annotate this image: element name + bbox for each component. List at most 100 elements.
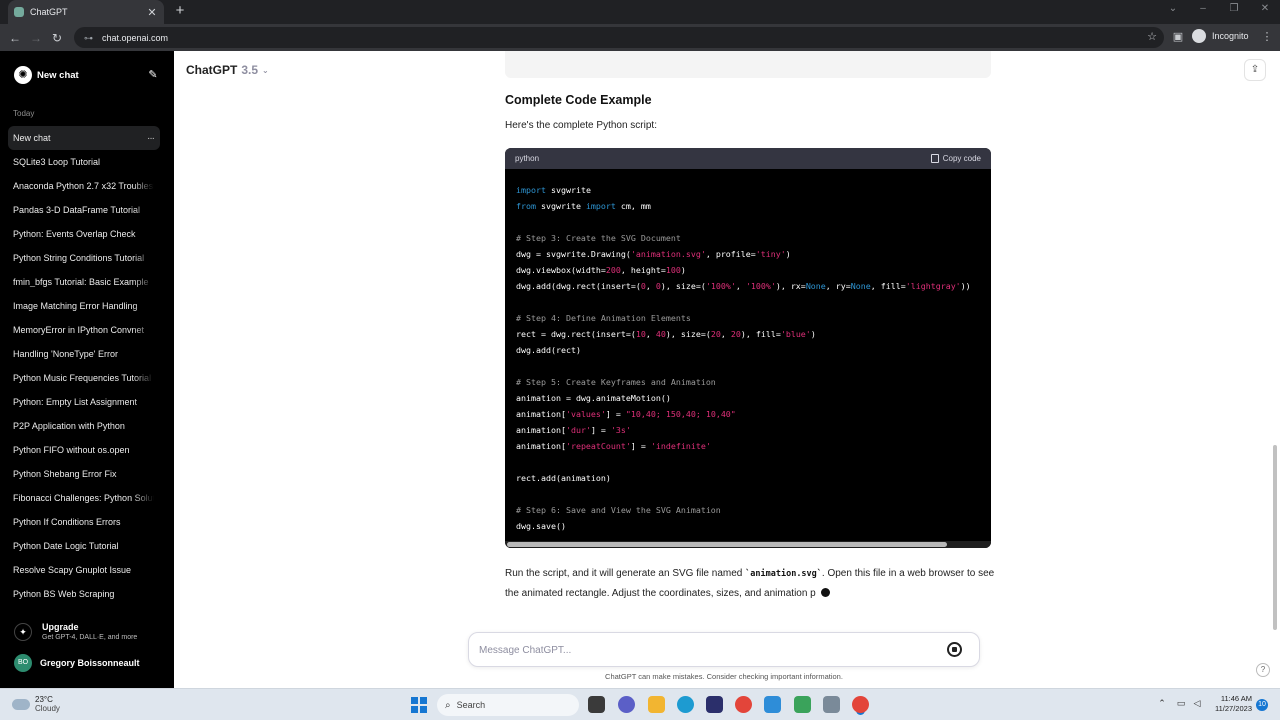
- chrome-icon[interactable]: [735, 696, 752, 713]
- user-menu-button[interactable]: BO Gregory Boissonneault: [8, 653, 160, 673]
- disclaimer-text: ChatGPT can make mistakes. Consider chec…: [605, 672, 843, 681]
- incognito-label: Incognito: [1212, 31, 1249, 41]
- task-view-icon[interactable]: [588, 696, 605, 713]
- stop-generating-icon[interactable]: [947, 642, 962, 657]
- help-question-icon[interactable]: ?: [1256, 663, 1270, 677]
- sidebar-item-label: Python FIFO without os.open: [13, 445, 130, 455]
- message-input[interactable]: [479, 641, 919, 659]
- weather-widget[interactable]: 23°C Cloudy: [12, 695, 60, 714]
- incognito-indicator[interactable]: Incognito: [1192, 29, 1249, 43]
- openai-logo-icon: ✺: [14, 66, 32, 84]
- weather-condition: Cloudy: [35, 704, 60, 713]
- sidebar-item-9[interactable]: Handling 'NoneType' Error: [8, 342, 160, 366]
- notification-badge[interactable]: 10: [1256, 699, 1268, 711]
- editor-app-icon[interactable]: [794, 696, 811, 713]
- message-intro-text: Here's the complete Python script:: [505, 120, 657, 131]
- windows-start-icon[interactable]: [411, 697, 427, 713]
- tray-chevron-up-icon[interactable]: ⌃: [1155, 698, 1169, 709]
- sidebar-item-17[interactable]: Python Date Logic Tutorial: [8, 534, 160, 558]
- sidebar-item-3[interactable]: Pandas 3-D DataFrame Tutorial: [8, 198, 160, 222]
- taskbar-clock[interactable]: 11:46 AM 11/27/2023: [1208, 694, 1252, 714]
- more-options-icon[interactable]: ···: [147, 133, 155, 144]
- sidebar-item-12[interactable]: P2P Application with Python: [8, 414, 160, 438]
- browser-tab[interactable]: ChatGPT ✕: [8, 0, 164, 24]
- restore-icon[interactable]: ❐: [1227, 3, 1241, 14]
- tab-search-chevron-icon[interactable]: ⌄: [1166, 3, 1180, 14]
- taskbar-search[interactable]: ⌕ Search: [437, 694, 579, 716]
- minimize-icon[interactable]: –: [1196, 3, 1210, 14]
- sidebar-item-2[interactable]: Anaconda Python 2.7 x32 Troubleshooting: [8, 174, 160, 198]
- chatgpt-favicon-icon: [14, 7, 24, 17]
- sidebar-item-6[interactable]: fmin_bfgs Tutorial: Basic Example: [8, 270, 160, 294]
- settings-app-icon[interactable]: [823, 696, 840, 713]
- sidebar-item-label: Anaconda Python 2.7 x32 Troubleshooting: [13, 181, 154, 191]
- sidebar-item-11[interactable]: Python: Empty List Assignment: [8, 390, 160, 414]
- sidebar-item-label: MemoryError in IPython Convnet: [13, 325, 145, 335]
- model-name: ChatGPT: [186, 63, 238, 77]
- volume-icon[interactable]: ◁: [1190, 698, 1204, 709]
- sidebar-item-19[interactable]: Python BS Web Scraping: [8, 582, 160, 606]
- tab-close-icon[interactable]: ✕: [146, 6, 158, 19]
- sidebar-item-label: New chat: [13, 133, 51, 143]
- sidebar-item-15[interactable]: Fibonacci Challenges: Python Solutions: [8, 486, 160, 510]
- user-avatar: BO: [14, 654, 32, 672]
- share-icon[interactable]: ⇪: [1244, 59, 1266, 81]
- code-scrollbar-thumb[interactable]: [507, 542, 947, 547]
- sidebar-item-16[interactable]: Python If Conditions Errors: [8, 510, 160, 534]
- chat-main: ChatGPT 3.5 ⌄ ⇪ Complete Code Example He…: [174, 51, 1280, 688]
- previous-code-block-end: [505, 51, 991, 78]
- sidebar-item-4[interactable]: Python: Events Overlap Check: [8, 222, 160, 246]
- page-scrollbar-thumb[interactable]: [1273, 445, 1277, 630]
- copy-code-button[interactable]: Copy code: [930, 154, 981, 163]
- bookmark-star-icon[interactable]: ☆: [1145, 30, 1159, 44]
- sidebar-item-13[interactable]: Python FIFO without os.open: [8, 438, 160, 462]
- message-heading: Complete Code Example: [505, 93, 652, 107]
- sidebar-item-label: Image Matching Error Handling: [13, 301, 138, 311]
- model-selector[interactable]: ChatGPT 3.5 ⌄: [186, 63, 269, 77]
- sidebar-item-label: Python Music Frequencies Tutorial: [13, 373, 152, 383]
- chat-app-icon[interactable]: [618, 696, 635, 713]
- sidebar-item-label: Python Date Logic Tutorial: [13, 541, 119, 551]
- sidebar-item-label: P2P Application with Python: [13, 421, 125, 431]
- sidebar-item-label: Python If Conditions Errors: [13, 517, 121, 527]
- window-close-icon[interactable]: ✕: [1258, 3, 1272, 14]
- code-content[interactable]: import svgwrite from svgwrite import cm,…: [505, 169, 991, 541]
- sidebar-item-label: Python BS Web Scraping: [13, 589, 115, 599]
- sidebar-item-5[interactable]: Python String Conditions Tutorial: [8, 246, 160, 270]
- sidebar-item-8[interactable]: MemoryError in IPython Convnet: [8, 318, 160, 342]
- sidebar-item-10[interactable]: Python Music Frequencies Tutorial: [8, 366, 160, 390]
- address-bar[interactable]: ⊶ chat.openai.com: [74, 27, 1164, 48]
- new-chat-label: New chat: [37, 69, 79, 81]
- upgrade-plan-button[interactable]: ✦ Upgrade Get GPT-4, DALL·E, and more: [8, 619, 160, 645]
- store-icon[interactable]: [706, 696, 723, 713]
- edge-browser-icon[interactable]: [677, 696, 694, 713]
- side-panel-icon[interactable]: ▣: [1171, 30, 1185, 44]
- sidebar-item-7[interactable]: Image Matching Error Handling: [8, 294, 160, 318]
- site-info-icon[interactable]: ⊶: [84, 33, 94, 43]
- copy-code-label: Copy code: [942, 154, 981, 163]
- file-explorer-icon[interactable]: [648, 696, 665, 713]
- chat-history-list: New chat ··· SQLite3 Loop Tutorial Anaconda…: [8, 126, 160, 606]
- sidebar-item-0[interactable]: New chat ···: [8, 126, 160, 150]
- code-horizontal-scrollbar[interactable]: [505, 541, 991, 548]
- new-tab-plus-icon[interactable]: +: [172, 3, 188, 19]
- clock-date: 11/27/2023: [1215, 704, 1252, 713]
- new-chat-button[interactable]: ✺ New chat ✎: [8, 63, 160, 87]
- network-icon[interactable]: ▭: [1174, 698, 1188, 709]
- sparkle-icon: ✦: [14, 623, 32, 641]
- clipboard-icon: [930, 154, 939, 163]
- back-arrow-icon[interactable]: ←: [6, 29, 24, 47]
- sidebar-item-14[interactable]: Python Shebang Error Fix: [8, 462, 160, 486]
- vpn-app-icon[interactable]: [764, 696, 781, 713]
- forward-arrow-icon[interactable]: →: [27, 29, 45, 47]
- browser-menu-icon[interactable]: ⋮: [1260, 30, 1274, 44]
- sidebar-item-1[interactable]: SQLite3 Loop Tutorial: [8, 150, 160, 174]
- sidebar-item-label: Handling 'NoneType' Error: [13, 349, 118, 359]
- code-block-header: python Copy code: [505, 148, 991, 169]
- sidebar-item-18[interactable]: Resolve Scapy Gnuplot Issue: [8, 558, 160, 582]
- upgrade-subtitle: Get GPT-4, DALL·E, and more: [42, 633, 138, 641]
- model-version: 3.5: [241, 63, 259, 77]
- reload-icon[interactable]: ↻: [48, 29, 66, 47]
- compose-edit-icon[interactable]: ✎: [146, 68, 160, 82]
- chrome-active-icon[interactable]: [852, 696, 869, 713]
